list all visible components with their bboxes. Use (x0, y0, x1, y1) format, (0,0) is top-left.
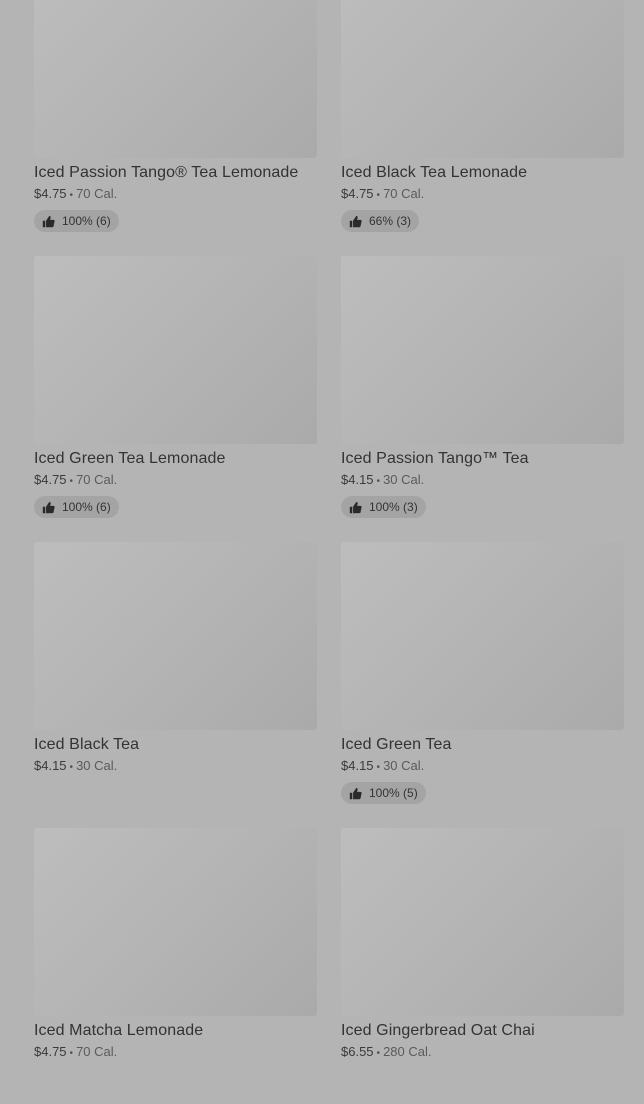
product-image[interactable] (34, 542, 317, 730)
product-calories: 70 Cal. (76, 1044, 118, 1059)
product-price: $6.55 (341, 1044, 374, 1059)
product-card[interactable]: Iced Passion Tango® Tea Lemonade $4.75 • 7… (34, 0, 317, 256)
product-calories: 70 Cal. (383, 186, 425, 201)
meta-separator: • (376, 190, 381, 201)
product-name[interactable]: Iced Green Tea Lemonade (34, 449, 317, 468)
rating-badge: 100% (5) (341, 782, 426, 804)
product-meta: $4.75 • 70 Cal. (34, 186, 317, 204)
product-name[interactable]: Iced Black Tea (34, 735, 317, 754)
product-name[interactable]: Iced Passion Tango™ Tea (341, 449, 624, 468)
product-name[interactable]: Iced Gingerbread Oat Chai (341, 1021, 624, 1040)
product-calories: 70 Cal. (76, 472, 118, 487)
product-meta: $6.55 • 280 Cal. (341, 1044, 624, 1062)
product-meta: $4.75 • 70 Cal. (341, 186, 624, 204)
product-meta: $4.15 • 30 Cal. (34, 758, 317, 776)
rating-badge: 100% (3) (341, 496, 426, 518)
product-price: $4.75 (34, 472, 67, 487)
product-grid: Iced Passion Tango® Tea Lemonade $4.75 • 7… (34, 0, 624, 1104)
product-card[interactable]: Iced Black Tea Lemonade $4.75 • 70 Cal. 66… (341, 0, 624, 256)
product-calories: 70 Cal. (76, 186, 118, 201)
product-calories: 30 Cal. (383, 758, 425, 773)
product-meta: $4.75 • 70 Cal. (34, 1044, 317, 1062)
product-card[interactable]: Iced Green Tea Lemonade $4.75 • 70 Cal. 10… (34, 256, 317, 542)
rating-text: 66% (3) (369, 214, 412, 228)
thumbs-up-icon (349, 787, 362, 799)
thumbs-up-icon (42, 501, 55, 513)
rating-text: 100% (3) (369, 500, 418, 514)
product-card[interactable]: Iced Matcha Lemonade $4.75 • 70 Cal. (34, 828, 317, 1104)
product-name[interactable]: Iced Black Tea Lemonade (341, 163, 624, 182)
product-image[interactable] (341, 256, 624, 444)
product-image[interactable] (34, 256, 317, 444)
product-card[interactable]: Iced Green Tea $4.15 • 30 Cal. 100% (5) (341, 542, 624, 828)
rating-text: 100% (6) (62, 214, 111, 228)
product-calories: 30 Cal. (76, 758, 118, 773)
thumbs-up-icon (349, 501, 362, 513)
product-image[interactable] (34, 0, 317, 158)
thumbs-up-icon (42, 215, 55, 227)
thumbs-up-icon (349, 215, 362, 227)
product-price: $4.75 (34, 186, 67, 201)
product-price: $4.75 (341, 186, 374, 201)
product-image[interactable] (341, 542, 624, 730)
product-image[interactable] (341, 0, 624, 158)
product-name[interactable]: Iced Matcha Lemonade (34, 1021, 317, 1040)
rating-badge: 66% (3) (341, 210, 420, 232)
product-card[interactable]: Iced Passion Tango™ Tea $4.15 • 30 Cal. 10… (341, 256, 624, 542)
meta-separator: • (69, 762, 74, 773)
product-image[interactable] (341, 828, 624, 1016)
meta-separator: • (376, 1048, 381, 1059)
product-meta: $4.15 • 30 Cal. (341, 472, 624, 490)
meta-separator: • (69, 1048, 74, 1059)
rating-badge: 100% (6) (34, 210, 119, 232)
product-card[interactable]: Iced Black Tea $4.15 • 30 Cal. (34, 542, 317, 828)
product-meta: $4.75 • 70 Cal. (34, 472, 317, 490)
rating-badge: 100% (6) (34, 496, 119, 518)
product-name[interactable]: Iced Green Tea (341, 735, 624, 754)
product-price: $4.15 (341, 758, 374, 773)
product-price: $4.15 (34, 758, 67, 773)
meta-separator: • (376, 476, 381, 487)
product-meta: $4.15 • 30 Cal. (341, 758, 624, 776)
product-image[interactable] (34, 828, 317, 1016)
meta-separator: • (69, 190, 74, 201)
product-price: $4.15 (341, 472, 374, 487)
meta-separator: • (376, 762, 381, 773)
product-name[interactable]: Iced Passion Tango® Tea Lemonade (34, 163, 317, 182)
rating-text: 100% (6) (62, 500, 111, 514)
meta-separator: • (69, 476, 74, 487)
rating-text: 100% (5) (369, 786, 418, 800)
product-calories: 280 Cal. (383, 1044, 432, 1059)
menu-page: Iced Passion Tango® Tea Lemonade $4.75 • 7… (0, 0, 644, 1104)
product-calories: 30 Cal. (383, 472, 425, 487)
product-card[interactable]: Iced Gingerbread Oat Chai $6.55 • 280 Cal. (341, 828, 624, 1104)
product-price: $4.75 (34, 1044, 67, 1059)
